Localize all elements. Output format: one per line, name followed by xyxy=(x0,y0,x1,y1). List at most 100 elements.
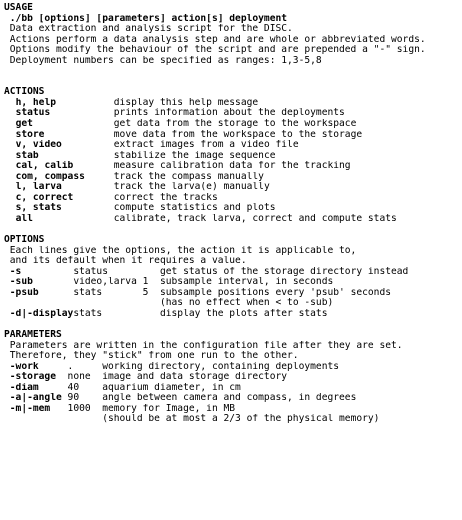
action-row: v, video extract images from a video fil… xyxy=(4,140,460,151)
action-name: v, video xyxy=(15,140,114,151)
usage-heading: USAGE xyxy=(4,3,33,13)
parameters-heading: PARAMETERS xyxy=(4,329,62,340)
parameter-desc: angle between camera and compass, in deg… xyxy=(102,393,357,404)
action-row: h, help display this help message xyxy=(4,98,460,109)
parameter-default: 90 xyxy=(67,393,103,404)
parameter-flag: -work xyxy=(9,361,68,372)
action-name: c, correct xyxy=(15,192,114,203)
action-row: get get data from the storage to the wor… xyxy=(4,119,460,130)
action-desc: track the compass manually xyxy=(113,171,264,182)
parameter-default: 40 xyxy=(67,382,103,393)
parameter-row: -diam 40 aquarium diameter, in cm xyxy=(4,383,460,394)
option-row: -sub video,larva 1 subsample interval, i… xyxy=(4,277,460,288)
option-row: (has no effect when < to -sub) xyxy=(4,298,460,309)
parameter-row: -a|-angle 90 angle between camera and co… xyxy=(4,393,460,404)
parameter-row: -m|-mem 1000 memory for Image, in MB xyxy=(4,404,460,415)
option-desc: subsample positions every 'psub' seconds xyxy=(159,287,392,298)
action-desc: correct the tracks xyxy=(113,192,218,203)
parameter-flag: -a|-angle xyxy=(9,393,68,404)
action-name: s, stats xyxy=(15,203,114,214)
action-desc: compute statistics and plots xyxy=(113,203,276,214)
option-action: stats xyxy=(73,308,143,319)
option-flag: -s xyxy=(9,266,74,277)
parameter-desc: working directory, containing deployment… xyxy=(102,361,340,372)
action-name: cal, calib xyxy=(15,161,114,172)
action-name: all xyxy=(15,213,114,224)
parameter-desc: memory for Image, in MB xyxy=(102,403,236,414)
action-row: all calibrate, track larva, correct and … xyxy=(4,214,460,225)
option-flag xyxy=(10,298,74,308)
parameter-flag: -m|-mem xyxy=(9,403,68,414)
usage-desc-text: Options modify the behaviour of the scri… xyxy=(9,45,426,56)
usage-desc-line: Data extraction and analysis script for … xyxy=(4,24,460,35)
usage-desc-line: Options modify the behaviour of the scri… xyxy=(4,45,460,56)
option-desc: get status of the storage directory inst… xyxy=(159,266,409,277)
action-desc: stabilize the image sequence xyxy=(113,150,276,161)
option-row: -psub stats 5 subsample positions every … xyxy=(4,288,460,299)
parameter-default: none xyxy=(67,372,103,383)
parameters-intro-line: Parameters are written in the configurat… xyxy=(4,341,460,352)
parameter-desc: (should be at most a 2/3 of the physical… xyxy=(102,414,380,425)
action-desc: prints information about the deployments xyxy=(113,108,345,119)
action-name: h, help xyxy=(15,97,114,108)
action-row: stab stabilize the image sequence xyxy=(4,151,460,162)
usage-desc-text: Deployment numbers can be specified as r… xyxy=(9,55,322,66)
action-name: get xyxy=(15,119,114,130)
action-row: s, stats compute statistics and plots xyxy=(4,203,460,214)
action-name: l, larva xyxy=(15,182,114,193)
action-name: store xyxy=(15,129,114,140)
usage-command: ./bb [options] [parameters] action[s] de… xyxy=(9,13,288,24)
option-flag: -psub xyxy=(9,287,74,298)
option-row: -s status get status of the storage dire… xyxy=(4,267,460,278)
usage-desc-line: Actions perform a data analysis step and… xyxy=(4,35,460,46)
option-row: -d|-displaystats display the plots after… xyxy=(4,309,460,320)
action-name: status xyxy=(15,108,114,119)
parameter-flag: -storage xyxy=(9,372,68,383)
action-desc: track the larva(e) manually xyxy=(113,182,270,193)
action-name: stab xyxy=(15,150,114,161)
usage-desc-text: Actions perform a data analysis step and… xyxy=(9,34,426,45)
action-desc: extract images from a video file xyxy=(113,140,299,151)
action-desc: calibrate, track larva, correct and comp… xyxy=(113,213,397,224)
options-heading: OPTIONS xyxy=(4,235,45,246)
option-desc: (has no effect when < to -sub) xyxy=(159,298,334,309)
parameter-flag xyxy=(10,414,68,424)
action-desc: measure calibration data for the trackin… xyxy=(113,161,351,172)
option-action xyxy=(73,298,142,308)
options-intro-line: and its default when it requires a value… xyxy=(4,256,460,267)
option-default xyxy=(143,298,160,308)
action-desc: get data from the storage to the workspa… xyxy=(113,119,357,130)
actions-heading: ACTIONS xyxy=(4,87,45,98)
action-row: cal, calib measure calibration data for … xyxy=(4,161,460,172)
usage-desc-line: Deployment numbers can be specified as r… xyxy=(4,56,460,67)
action-name: com, compass xyxy=(15,171,114,182)
action-row: store move data from the workspace to th… xyxy=(4,130,460,141)
options-intro-text: and its default when it requires a value… xyxy=(9,256,247,267)
action-row: com, compass track the compass manually xyxy=(4,172,460,183)
option-default xyxy=(143,309,160,319)
option-flag: -sub xyxy=(9,277,74,288)
parameter-flag: -diam xyxy=(9,382,68,393)
option-default: 5 xyxy=(142,287,160,298)
parameters-list: -work . working directory, containing de… xyxy=(4,362,460,425)
action-row: c, correct correct the tracks xyxy=(4,193,460,204)
parameter-desc: image and data storage directory xyxy=(102,372,288,383)
action-row: status prints information about the depl… xyxy=(4,108,460,119)
parameter-row: (should be at most a 2/3 of the physical… xyxy=(4,414,460,425)
parameters-intro-line: Therefore, they "stick" from one run to … xyxy=(4,351,460,362)
option-default: 1 xyxy=(142,277,160,288)
parameter-default: 1000 xyxy=(67,403,103,414)
action-desc: display this help message xyxy=(113,97,259,108)
usage-desc-text: Data extraction and analysis script for … xyxy=(9,24,293,35)
action-row: l, larva track the larva(e) manually xyxy=(4,182,460,193)
option-action: stats xyxy=(73,287,143,298)
parameter-row: -work . working directory, containing de… xyxy=(4,362,460,373)
parameters-intro-text: Therefore, they "stick" from one run to … xyxy=(9,351,299,362)
option-desc: subsample interval, in seconds xyxy=(159,277,334,288)
option-flag: -d|-display xyxy=(9,308,74,319)
option-action: video,larva xyxy=(73,277,143,288)
